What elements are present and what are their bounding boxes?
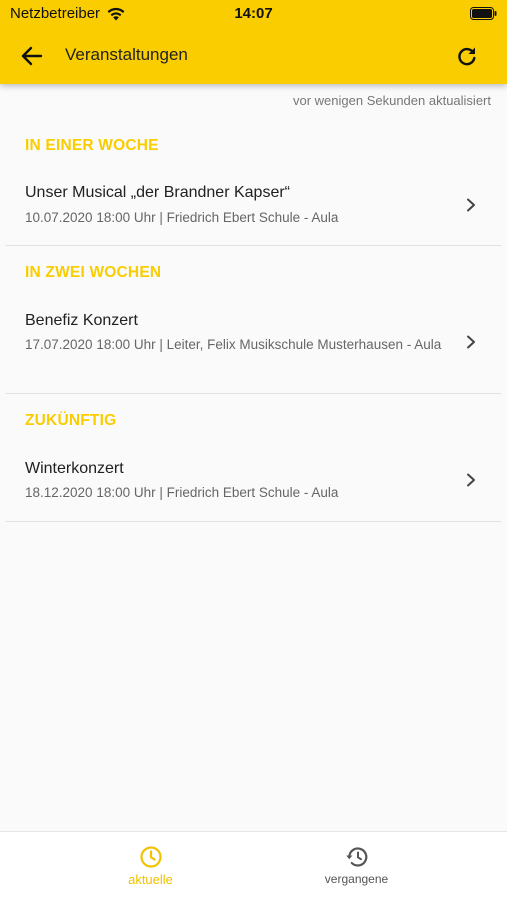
history-icon [345, 847, 367, 867]
section-header-in-einer-woche: IN EINER WOCHE [25, 137, 159, 154]
battery-icon [470, 7, 497, 20]
section-header-zukuenftig: ZUKÜNFTIG [25, 412, 117, 429]
back-button[interactable] [16, 42, 48, 70]
status-time: 14:07 [234, 5, 273, 22]
page-title: Veranstaltungen [65, 45, 188, 64]
event-details: 17.07.2020 18:00 Uhr | Leiter, Felix Mus… [25, 337, 442, 352]
bottom-navigation: aktuelle vergangene [0, 831, 507, 900]
chevron-right-icon [467, 335, 475, 349]
arrow-left-icon [21, 46, 43, 66]
refresh-button[interactable] [453, 42, 481, 70]
event-details: 10.07.2020 18:00 Uhr | Friedrich Ebert S… [25, 210, 339, 225]
event-title: Winterkonzert [25, 460, 124, 477]
chevron-right-icon [467, 198, 475, 212]
event-item[interactable]: Winterkonzert 18.12.2020 18:00 Uhr | Fri… [6, 439, 501, 522]
clock-icon [139, 846, 162, 868]
tab-vergangene[interactable]: vergangene [230, 832, 483, 900]
event-title: Unser Musical „der Brandner Kapser“ [25, 184, 290, 201]
event-title: Benefiz Konzert [25, 312, 138, 329]
header: Netzbetreiber 14:07 Veranstaltungen [0, 0, 507, 84]
event-item[interactable]: Unser Musical „der Brandner Kapser“ 10.0… [6, 164, 501, 246]
event-details: 18.12.2020 18:00 Uhr | Friedrich Ebert S… [25, 485, 339, 500]
refresh-icon [458, 47, 476, 66]
last-updated-text: vor wenigen Sekunden aktualisiert [292, 93, 491, 108]
chevron-right-icon [467, 473, 475, 487]
tab-label: vergangene [324, 872, 389, 886]
event-list: vor wenigen Sekunden aktualisiert IN EIN… [0, 84, 507, 831]
status-bar: Netzbetreiber 14:07 [0, 0, 507, 28]
event-item[interactable]: Benefiz Konzert 17.07.2020 18:00 Uhr | L… [6, 291, 501, 394]
app-bar: Veranstaltungen [0, 28, 507, 84]
tab-label: aktuelle [128, 872, 173, 887]
section-header-in-zwei-wochen: IN ZWEI WOCHEN [25, 264, 162, 281]
